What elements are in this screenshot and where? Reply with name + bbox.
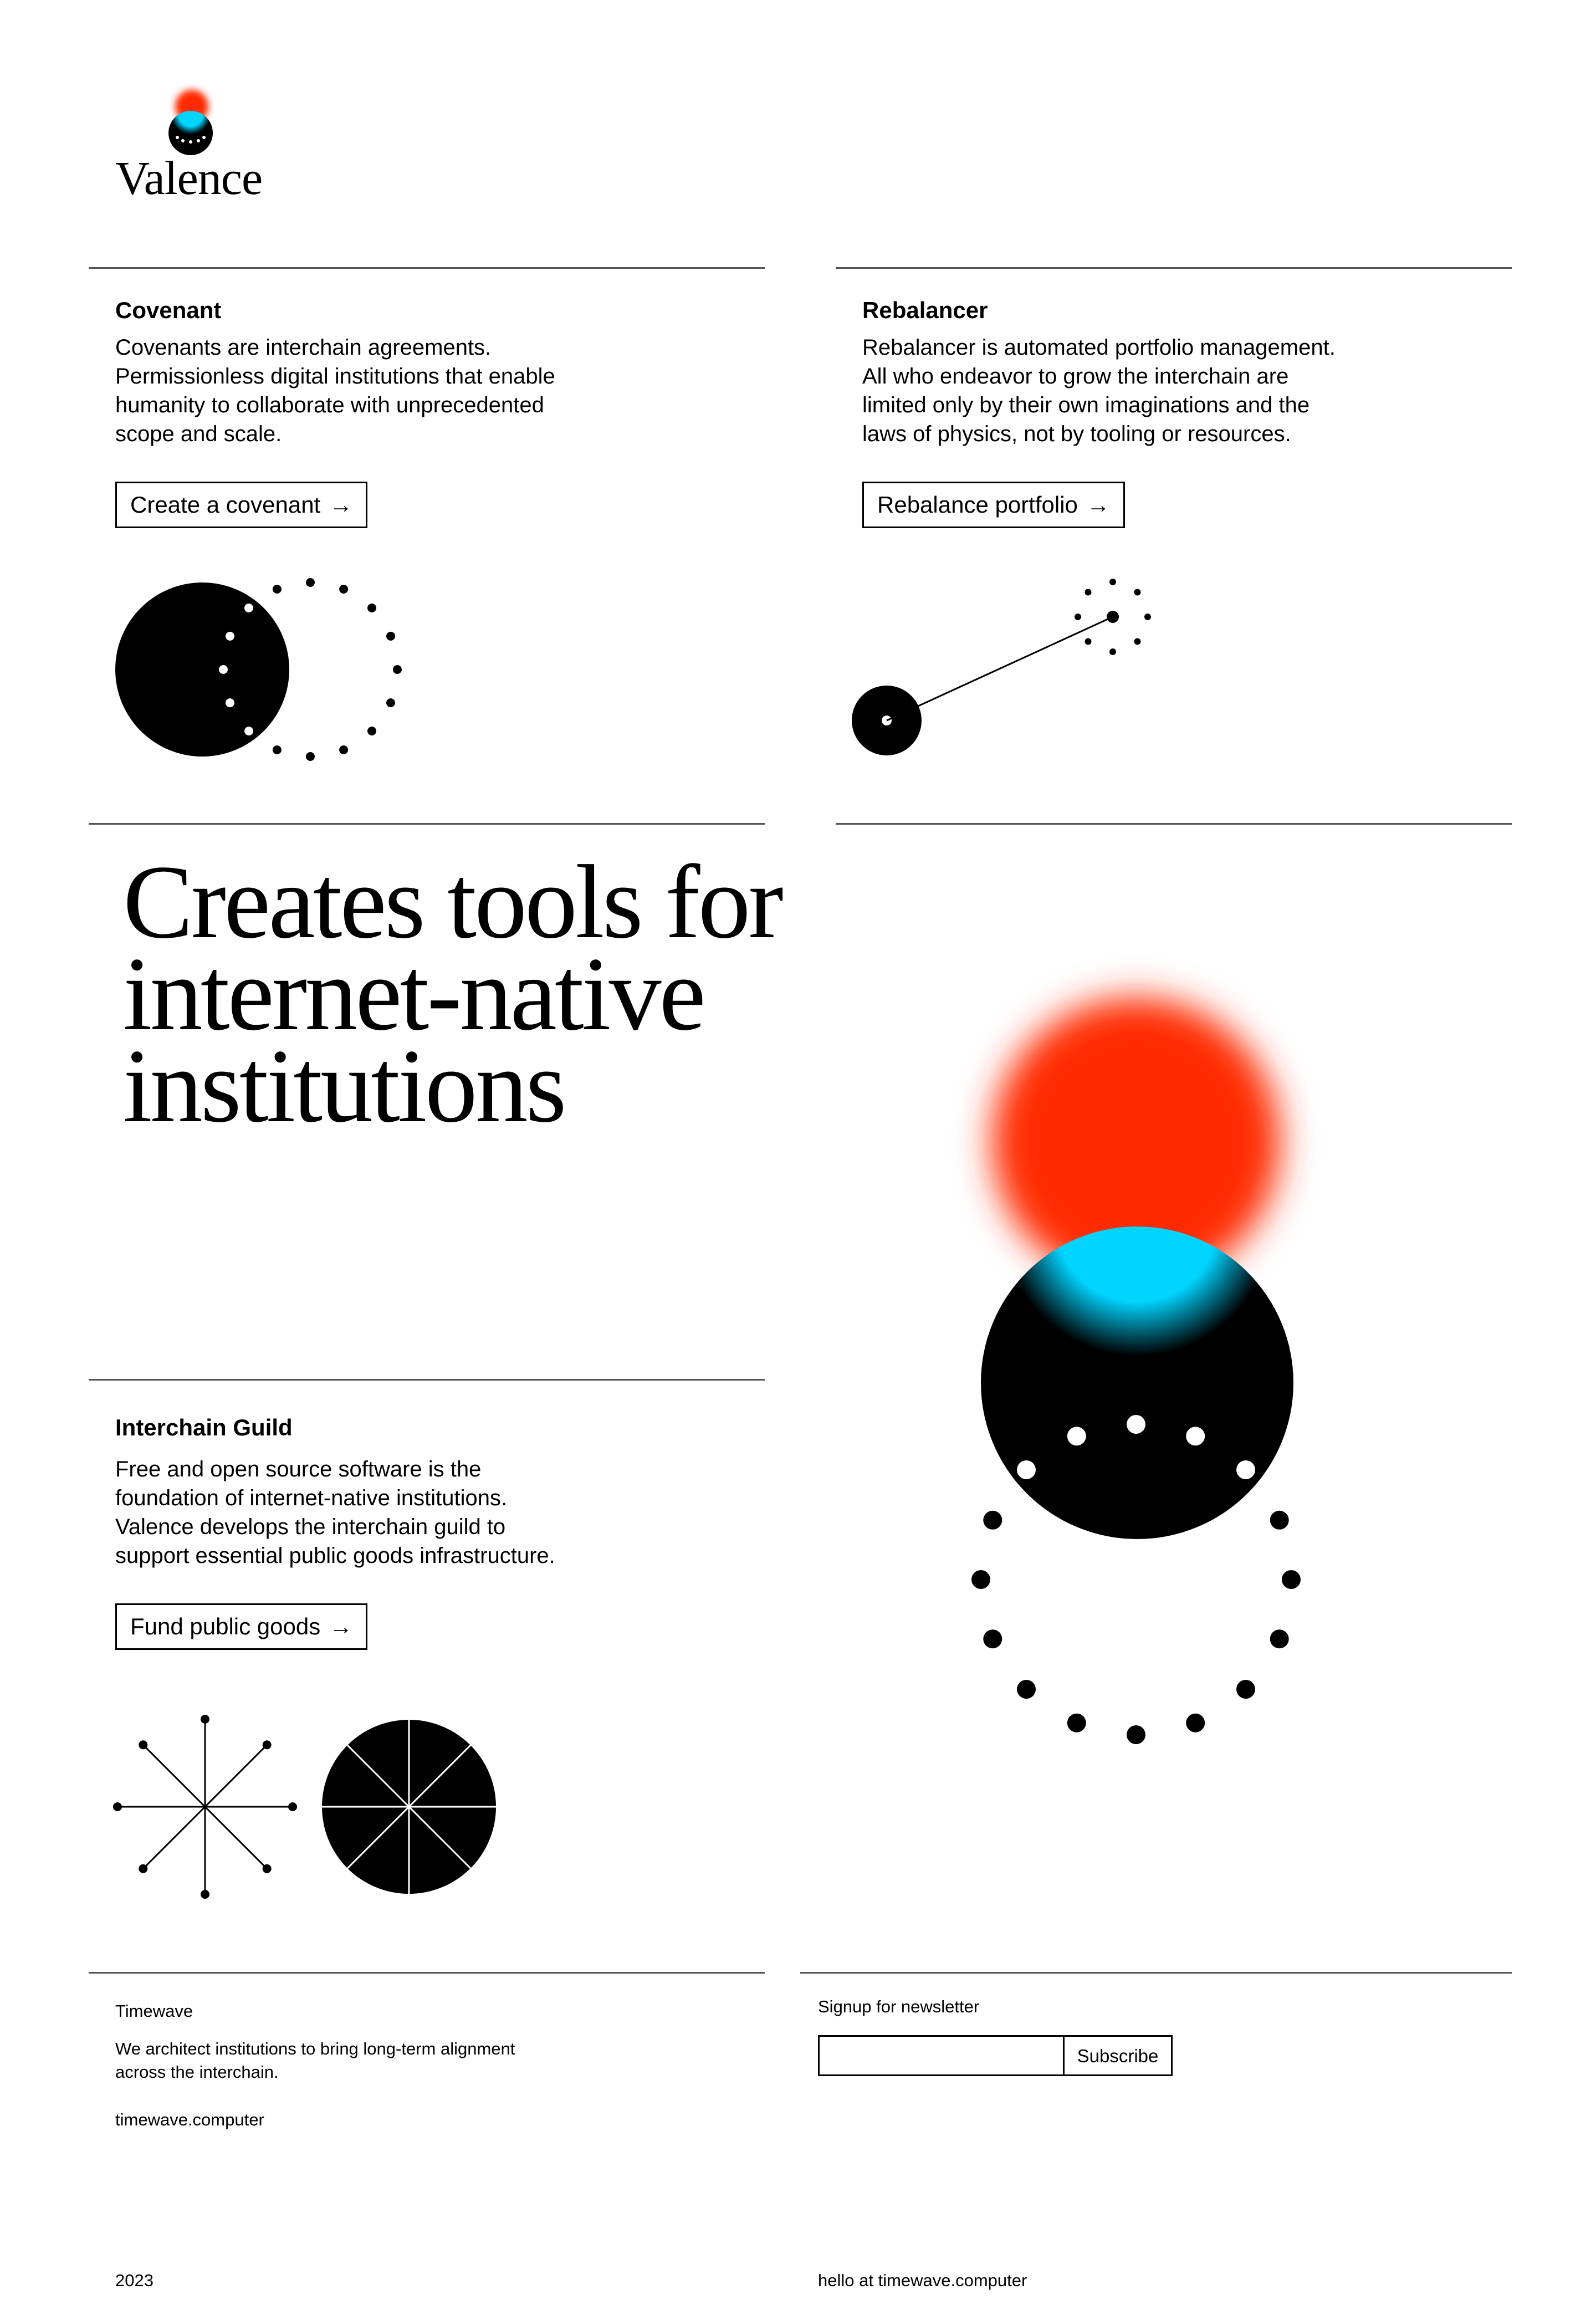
divider-footer-right	[800, 1972, 1512, 1974]
divider-headline	[89, 823, 765, 825]
divider-rebalancer	[836, 267, 1512, 269]
rebalancer-title: Rebalancer	[862, 297, 988, 323]
create-covenant-button[interactable]: Create a covenant →	[115, 482, 368, 528]
footer-website-link[interactable]: timewave.computer	[115, 2108, 264, 2132]
arrow-right-icon: →	[329, 492, 353, 518]
guild-title: Interchain Guild	[115, 1414, 293, 1440]
brand-wordmark[interactable]: Valence	[115, 154, 263, 202]
footer-company: Timewave	[115, 2001, 193, 2021]
covenant-description: Covenants are interchain agreements. Per…	[115, 335, 555, 446]
footer-tagline: We architect institutions to bring long-…	[115, 2039, 515, 2082]
hero-orb-illustration	[909, 909, 1363, 1787]
guild-star-icon	[111, 1713, 510, 1904]
divider-guild	[89, 1379, 765, 1381]
subscribe-button[interactable]: Subscribe	[1063, 2035, 1173, 2076]
page-headline: Creates tools for internet-native instit…	[123, 844, 784, 1144]
fund-public-goods-button[interactable]: Fund public goods →	[115, 1603, 368, 1650]
divider-covenant	[89, 267, 765, 269]
rebalancer-description: Rebalancer is automated portfolio manage…	[862, 335, 1336, 446]
rebalance-portfolio-button[interactable]: Rebalance portfolio →	[862, 482, 1125, 528]
valence-logo-icon[interactable]	[164, 83, 217, 159]
footer-year: 2023	[115, 2271, 154, 2290]
footer-contact[interactable]: hello at timewave.computer	[818, 2269, 1027, 2292]
covenant-orbit-icon	[111, 571, 410, 773]
button-label: Fund public goods	[130, 1613, 321, 1639]
arrow-right-icon: →	[1086, 492, 1110, 518]
newsletter-label: Signup for newsletter	[818, 1997, 980, 2016]
divider-footer-left	[89, 1972, 765, 1974]
newsletter-email-input[interactable]	[818, 2035, 1063, 2076]
divider-hero	[836, 823, 1512, 825]
arrow-right-icon: →	[329, 1613, 353, 1639]
guild-description: Free and open source software is the fou…	[115, 1457, 555, 1568]
rebalancer-link-icon	[848, 571, 1158, 773]
button-label: Rebalance portfolio	[877, 492, 1078, 518]
button-label: Create a covenant	[130, 492, 321, 518]
covenant-title: Covenant	[115, 297, 222, 323]
